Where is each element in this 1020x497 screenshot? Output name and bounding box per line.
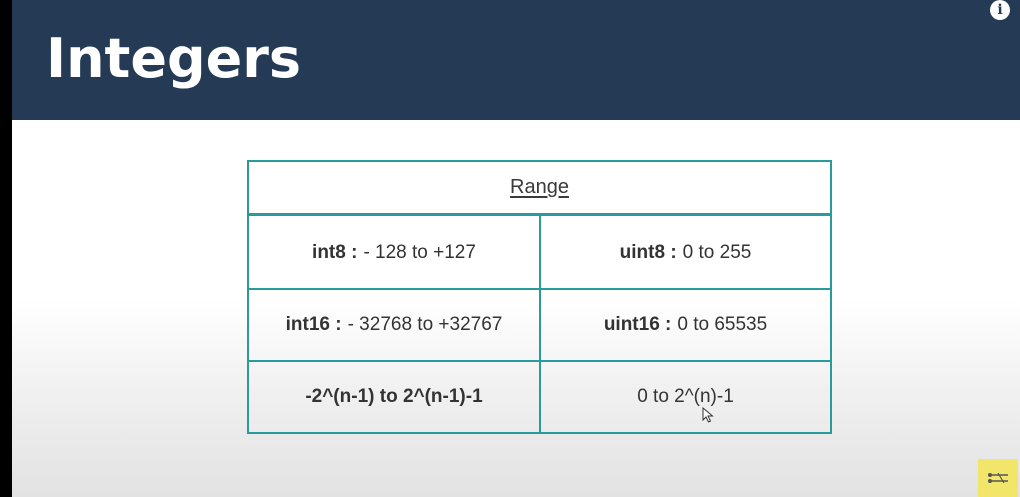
type-label-int8: int8 : [312, 242, 358, 263]
type-label-uint16: uint16 : [603, 314, 672, 335]
slide: Integers i Range int8 : - 128 to +127 ui… [12, 0, 1020, 497]
channel-logo-icon [988, 472, 1008, 484]
range-table: Range int8 : - 128 to +127 uint8 : 0 to … [247, 160, 832, 434]
type-label-uint8: uint8 : [619, 242, 677, 263]
range-value-uint16: 0 to 65535 [677, 314, 768, 335]
range-value-int16: - 32768 to +32767 [347, 314, 503, 335]
slide-title: Integers [46, 27, 302, 90]
table-header-range: Range [249, 162, 830, 216]
table-cell-uint8: uint8 : 0 to 255 [541, 218, 830, 288]
table-cell-unsigned-formula: 0 to 2^(n)-1 [541, 362, 830, 432]
channel-logo-badge[interactable] [978, 459, 1018, 497]
range-value-int8: - 128 to +127 [363, 242, 476, 263]
mouse-pointer-icon [702, 407, 714, 423]
table-cell-int16: int16 : - 32768 to +32767 [249, 290, 539, 360]
table-cell-signed-formula: -2^(n-1) to 2^(n-1)-1 [249, 362, 539, 432]
unsigned-range-formula: 0 to 2^(n)-1 [637, 386, 734, 407]
type-label-int16: int16 : [285, 314, 342, 335]
slide-header: Integers i [12, 0, 1020, 120]
table-cell-int8: int8 : - 128 to +127 [249, 218, 539, 288]
signed-range-formula: -2^(n-1) to 2^(n-1)-1 [305, 386, 483, 407]
range-value-uint8: 0 to 255 [682, 242, 752, 263]
info-icon[interactable]: i [990, 0, 1010, 20]
table-cell-uint16: uint16 : 0 to 65535 [541, 290, 830, 360]
